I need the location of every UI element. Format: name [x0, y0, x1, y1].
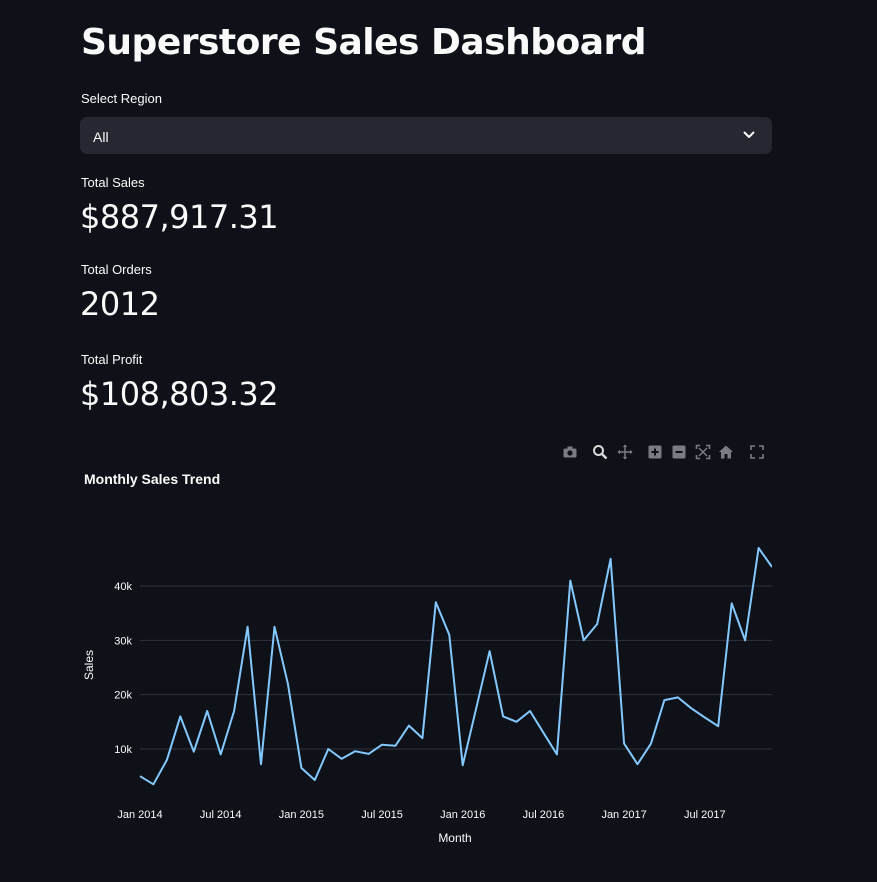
data-point[interactable]	[756, 545, 762, 551]
metric-value-total-profit: $108,803.32	[80, 375, 279, 413]
y-axis-label: Sales	[82, 650, 96, 680]
x-tick-label: Jul 2014	[200, 809, 242, 821]
data-point[interactable]	[527, 708, 533, 714]
data-point[interactable]	[298, 765, 304, 771]
data-point[interactable]	[164, 757, 170, 763]
region-select[interactable]: All	[80, 117, 772, 154]
y-tick-label: 10k	[114, 744, 132, 756]
zoom-in-icon[interactable]	[647, 444, 663, 460]
y-tick-label: 40k	[114, 581, 132, 593]
data-point[interactable]	[581, 637, 587, 643]
data-point[interactable]	[487, 648, 493, 654]
data-point[interactable]	[258, 761, 264, 767]
data-point[interactable]	[567, 578, 573, 584]
data-point[interactable]	[419, 735, 425, 741]
data-point[interactable]	[621, 741, 627, 747]
data-point[interactable]	[312, 777, 318, 783]
data-point[interactable]	[406, 723, 412, 729]
sales-line-chart: 10k 20k 30k 40k Jan 2014 Jul 2014 Jan 2015 Jul…	[82, 545, 772, 845]
data-point[interactable]	[271, 624, 277, 630]
page-title: Superstore Sales Dashboard	[81, 22, 647, 63]
data-point[interactable]	[554, 751, 560, 757]
zoom-out-icon[interactable]	[671, 444, 687, 460]
data-point[interactable]	[460, 762, 466, 768]
data-point[interactable]	[150, 781, 156, 787]
fullscreen-icon[interactable]	[749, 444, 765, 460]
data-point[interactable]	[635, 761, 641, 767]
data-point[interactable]	[540, 730, 546, 736]
data-point[interactable]	[473, 705, 479, 711]
data-point[interactable]	[715, 723, 721, 729]
data-point[interactable]	[608, 556, 614, 562]
camera-icon[interactable]	[562, 444, 578, 460]
data-point[interactable]	[366, 751, 372, 757]
metric-value-total-sales: $887,917.31	[80, 198, 279, 236]
dashboard-page: Superstore Sales Dashboard Select Region…	[0, 0, 877, 882]
data-point[interactable]	[702, 714, 708, 720]
data-point[interactable]	[675, 694, 681, 700]
chart-gridlines	[140, 585, 772, 750]
data-point[interactable]	[500, 713, 506, 719]
data-point[interactable]	[218, 751, 224, 757]
metric-label-total-sales: Total Sales	[81, 175, 145, 190]
data-point[interactable]	[742, 637, 748, 643]
x-tick-label: Jul 2015	[361, 809, 403, 821]
chevron-down-icon	[743, 131, 755, 138]
data-point[interactable]	[325, 746, 331, 752]
data-point[interactable]	[661, 697, 667, 703]
metric-value-total-orders: 2012	[80, 285, 160, 323]
x-tick-label: Jul 2017	[684, 809, 726, 821]
data-point[interactable]	[514, 719, 520, 725]
x-tick-label: Jul 2016	[523, 809, 565, 821]
x-axis-ticks: Jan 2014 Jul 2014 Jan 2015 Jul 2015 Jan 2016…	[117, 809, 725, 821]
data-point[interactable]	[688, 705, 694, 711]
y-tick-label: 30k	[114, 635, 132, 647]
data-point[interactable]	[285, 681, 291, 687]
data-point[interactable]	[204, 708, 210, 714]
region-select-label: Select Region	[81, 91, 162, 106]
data-point[interactable]	[594, 621, 600, 627]
x-tick-label: Jan 2015	[279, 809, 324, 821]
zoom-icon[interactable]	[592, 444, 608, 460]
x-tick-label: Jan 2017	[601, 809, 646, 821]
data-point[interactable]	[245, 624, 251, 630]
series-layer	[137, 545, 772, 787]
autoscale-icon[interactable]	[695, 444, 711, 460]
x-tick-label: Jan 2014	[117, 809, 162, 821]
data-point[interactable]	[729, 600, 735, 606]
metric-label-total-profit: Total Profit	[81, 352, 143, 367]
chart-modebar	[560, 444, 770, 462]
y-tick-label: 20k	[114, 690, 132, 702]
data-point[interactable]	[191, 749, 197, 755]
x-tick-label: Jan 2016	[440, 809, 485, 821]
data-point[interactable]	[379, 742, 385, 748]
metric-label-total-orders: Total Orders	[81, 262, 152, 277]
data-point[interactable]	[177, 713, 183, 719]
y-axis-ticks: 10k 20k 30k 40k	[114, 581, 132, 756]
data-point[interactable]	[648, 741, 654, 747]
data-point[interactable]	[433, 599, 439, 605]
x-axis-label: Month	[438, 831, 471, 845]
region-select-value: All	[93, 129, 109, 145]
data-point[interactable]	[446, 632, 452, 638]
pan-icon[interactable]	[617, 444, 633, 460]
data-point[interactable]	[392, 743, 398, 749]
reset-axes-icon[interactable]	[718, 444, 734, 460]
data-point[interactable]	[352, 748, 358, 754]
data-point[interactable]	[339, 756, 345, 762]
data-point[interactable]	[231, 708, 237, 714]
data-point[interactable]	[137, 773, 143, 779]
